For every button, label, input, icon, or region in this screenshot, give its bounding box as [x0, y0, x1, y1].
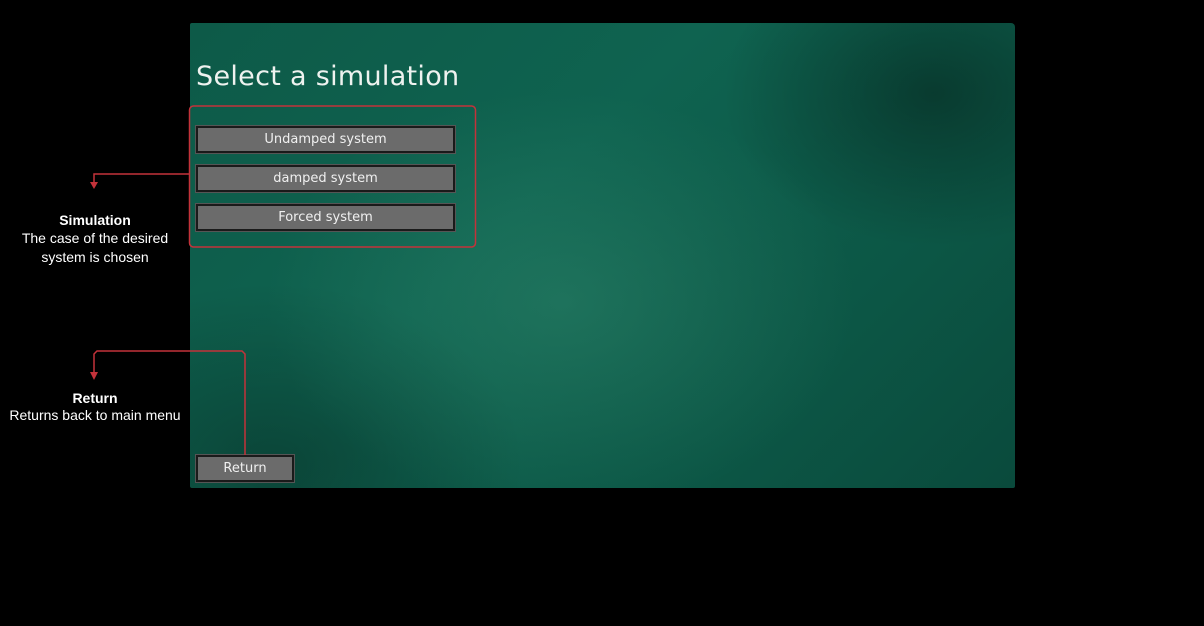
- simulation-annotation-description: The case of the desired system is chosen: [21, 230, 169, 265]
- return-annotation-description: Returns back to main menu: [9, 407, 181, 423]
- screenshot-canvas: Select a simulation Undamped system damp…: [0, 0, 1204, 626]
- simulation-annotation-title: Simulation: [59, 212, 131, 228]
- simulation-select-window: Select a simulation Undamped system damp…: [190, 23, 1015, 488]
- undamped-system-button[interactable]: Undamped system: [195, 125, 456, 154]
- forced-system-button[interactable]: Forced system: [195, 203, 456, 232]
- return-button[interactable]: Return: [195, 454, 295, 483]
- page-title: Select a simulation: [196, 61, 460, 92]
- return-callout-arrowhead: [90, 372, 98, 380]
- return-annotation-title: Return: [72, 390, 118, 406]
- simulation-callout-line: [93, 173, 190, 183]
- simulation-callout-arrowhead: [90, 182, 98, 189]
- damped-system-button[interactable]: damped system: [195, 164, 456, 193]
